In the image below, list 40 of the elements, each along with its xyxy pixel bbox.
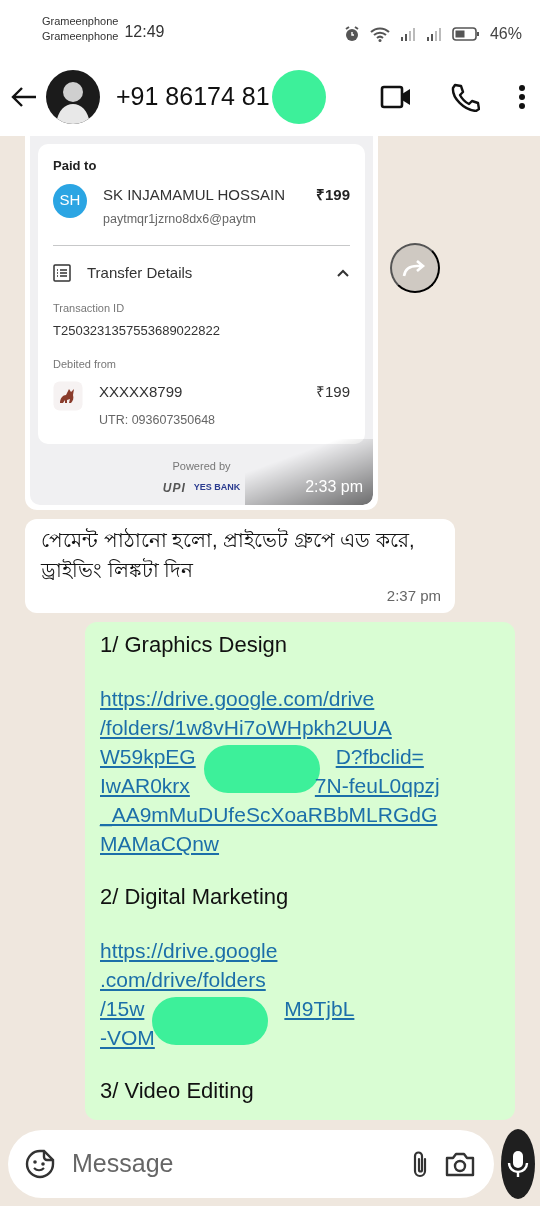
- utr-number: UTR: 093607350648: [99, 412, 217, 430]
- link-text[interactable]: W59kpEG: [100, 742, 196, 771]
- contact-name[interactable]: +91 86174 81: [116, 78, 270, 116]
- upi-logo: UPI: [162, 479, 186, 497]
- message-text: 2/ Digital Marketing: [100, 883, 290, 911]
- section-title[interactable]: Transfer Details: [87, 261, 320, 285]
- link-text[interactable]: .com/drive/folders: [100, 965, 266, 994]
- account-number: XXXXX8799: [99, 381, 183, 402]
- message-input-bar[interactable]: Message: [8, 1129, 494, 1198]
- message-text: 1/ Graphics Design: [100, 631, 289, 659]
- link-text[interactable]: D?fbclid=: [335, 742, 424, 771]
- paid-to-label: Paid to: [53, 157, 98, 175]
- payee-name: SK INJAMAMUL HOSSAIN: [103, 184, 285, 205]
- transaction-id: T2503231357553689022822: [53, 321, 221, 340]
- carrier-name: Grameenphone: [42, 29, 119, 44]
- battery-percent: 46%: [489, 24, 522, 44]
- link-text[interactable]: /15w: [100, 994, 145, 1023]
- upi-id: paytmqr1jzrno8dx6@paytm: [103, 211, 258, 228]
- message-time: 2:33 pm: [245, 438, 373, 505]
- link-text[interactable]: MAMaCQnw: [100, 829, 220, 858]
- link-text[interactable]: 7N-feuL0qpzj: [314, 771, 440, 800]
- amount: ₹199: [315, 184, 350, 205]
- clock: 12:49: [124, 22, 165, 42]
- carrier-name: Grameenphone: [42, 14, 119, 29]
- link-text[interactable]: _AA9mMuDUfeScXoaRBbMLRGdG: [100, 800, 438, 829]
- message-text: পেমেন্ট পাঠানো হলো, প্রাইভেট গ্রুপে এড করে, ড্রাইভিং লিঙ্কটা দিন: [41, 527, 416, 583]
- link-text[interactable]: M9TjbL: [284, 994, 355, 1023]
- link-text[interactable]: /folders/1w8vHi7oWHpkh2UUA: [100, 713, 392, 742]
- link-text[interactable]: IwAR0krx: [100, 771, 190, 800]
- link-text[interactable]: https://drive.google.com/drive: [100, 684, 375, 713]
- powered-by-label: Powered by: [171, 459, 232, 474]
- debited-from-label: Debited from: [53, 357, 117, 373]
- link-text[interactable]: https://drive.google: [100, 936, 278, 965]
- link-text[interactable]: -VOM: [100, 1023, 155, 1052]
- payee-avatar: SH: [53, 183, 87, 218]
- message-text: 3/ Video Editing: [100, 1077, 255, 1105]
- debited-amount: ₹199: [315, 381, 350, 402]
- message-time: 2:37 pm: [386, 585, 441, 606]
- bank-logo: YES BANK: [193, 480, 241, 494]
- transaction-id-label: Transaction ID: [53, 301, 126, 317]
